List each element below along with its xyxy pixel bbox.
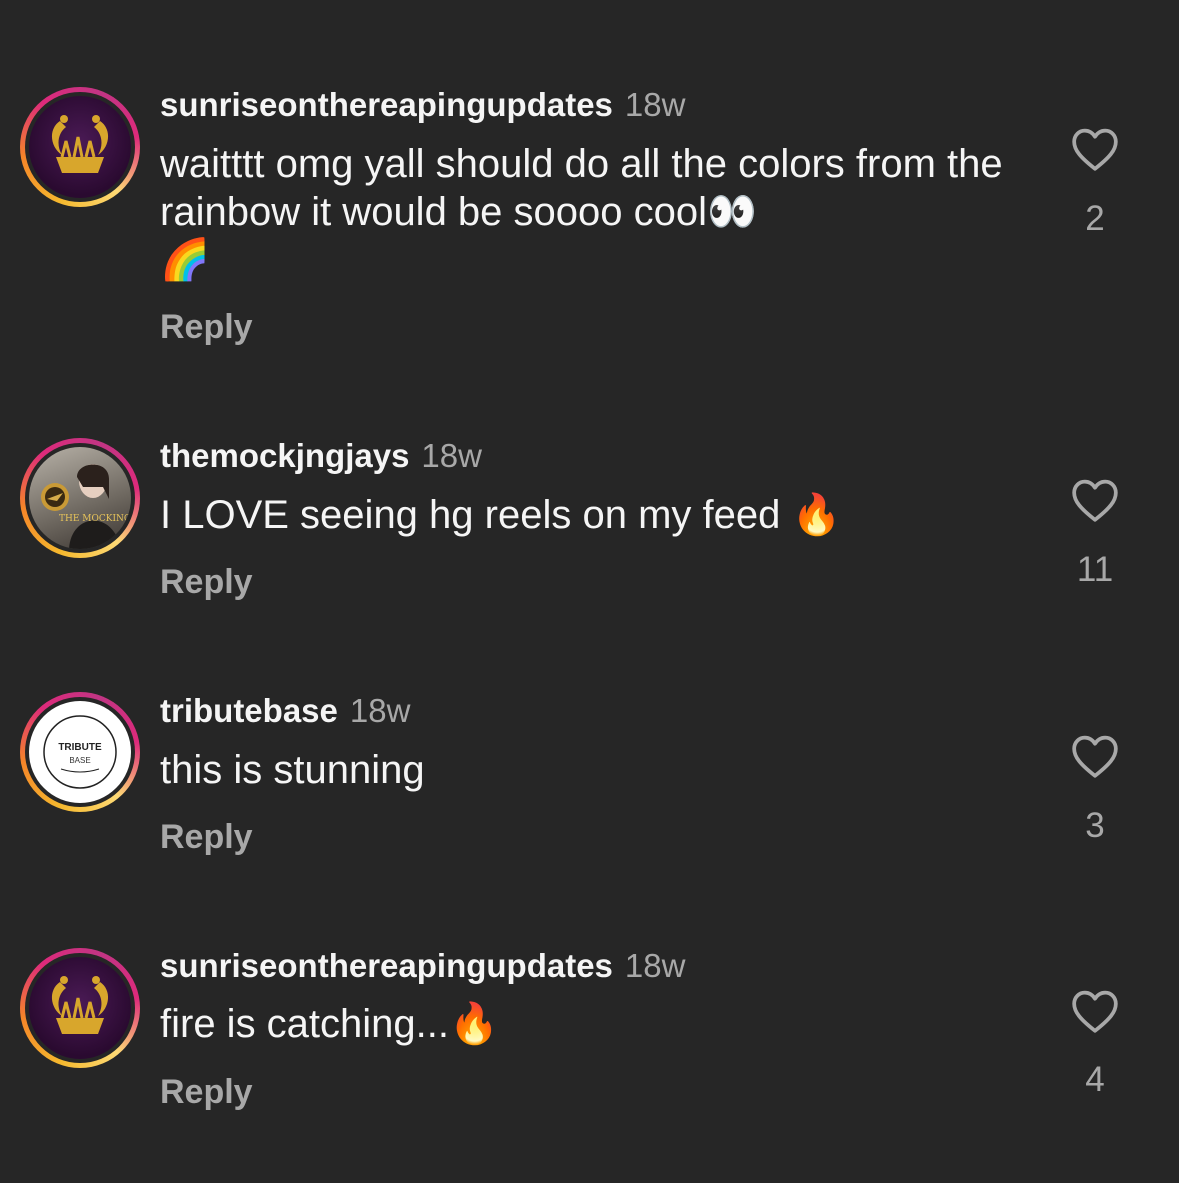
timestamp: 18w [421, 437, 482, 474]
heart-icon[interactable] [1064, 126, 1126, 177]
username[interactable]: tributebase [160, 692, 338, 730]
comment-text: waitttt omg yall should do all the color… [160, 140, 1010, 284]
avatar[interactable] [20, 87, 140, 207]
comment-body: waitttt omg yall should do all the color… [160, 142, 1003, 234]
comment-meta: tributebase 18w [160, 692, 410, 730]
timestamp: 18w [624, 86, 686, 123]
reply-button[interactable]: Reply [160, 818, 253, 857]
eyes-emoji: 👀 [707, 189, 757, 235]
comment-body: I LOVE seeing hg reels on my feed [160, 493, 792, 537]
timestamp: 18w [349, 692, 411, 729]
reply-button[interactable]: Reply [160, 308, 253, 347]
like-count: 4 [1085, 1060, 1105, 1099]
like-count: 3 [1085, 806, 1105, 845]
username[interactable]: sunriseonthereapingupdates [160, 86, 613, 124]
like-count: 2 [1085, 199, 1105, 238]
avatar[interactable] [20, 948, 140, 1068]
avatar[interactable]: THE MOCKINGJAYS [20, 438, 140, 558]
avatar[interactable]: TRIBUTE BASE [20, 692, 140, 812]
svg-text:THE MOCKINGJAYS: THE MOCKINGJAYS [59, 514, 131, 524]
comment-body: fire is catching... [160, 1002, 450, 1046]
svg-text:TRIBUTE: TRIBUTE [58, 742, 102, 753]
heart-icon[interactable] [1064, 733, 1126, 784]
mockingjay-pin-photo-icon: THE MOCKINGJAYS [29, 447, 131, 549]
heart-icon[interactable] [1064, 477, 1126, 528]
phoenix-crest-icon [29, 96, 131, 198]
tribute-base-logo-icon: TRIBUTE BASE [29, 701, 131, 803]
like-count: 11 [1076, 550, 1114, 589]
comment-text: I LOVE seeing hg reels on my feed 🔥 [160, 491, 1010, 539]
rainbow-emoji: 🌈 [160, 237, 210, 283]
timestamp: 18w [624, 947, 686, 984]
username[interactable]: sunriseonthereapingupdates [160, 947, 613, 985]
comment-body: this is stunning [160, 748, 425, 792]
comment-text: this is stunning [160, 746, 1010, 794]
reply-button[interactable]: Reply [160, 563, 253, 602]
comment-meta: sunriseonthereapingupdates 18w [160, 86, 685, 124]
svg-text:BASE: BASE [69, 756, 90, 765]
comment-meta: themockjngjays 18w [160, 437, 482, 475]
comment-text: fire is catching...🔥 [160, 1000, 1010, 1048]
reply-button[interactable]: Reply [160, 1073, 253, 1112]
username[interactable]: themockjngjays [160, 437, 409, 475]
fire-emoji: 🔥 [449, 1001, 499, 1047]
heart-icon[interactable] [1064, 988, 1126, 1039]
fire-emoji: 🔥 [791, 492, 842, 538]
comment-meta: sunriseonthereapingupdates 18w [160, 947, 685, 985]
phoenix-crest-icon [29, 957, 131, 1059]
